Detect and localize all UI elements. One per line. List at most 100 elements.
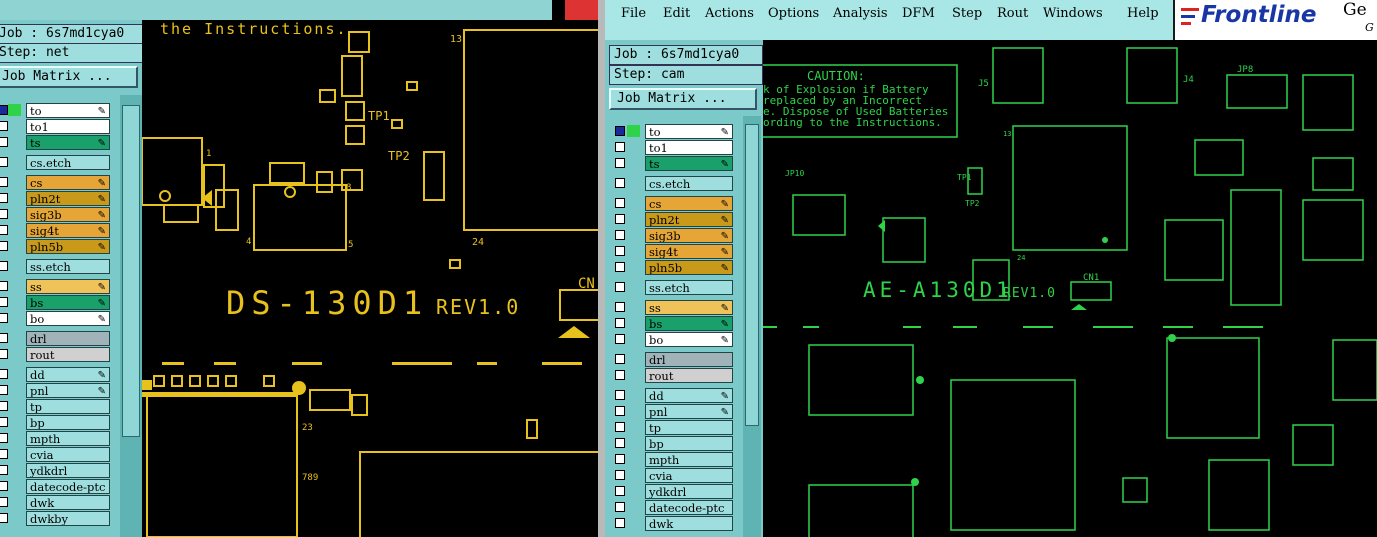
layer-name[interactable]: to ✎: [645, 124, 733, 139]
layer-checkbox[interactable]: [0, 157, 8, 167]
layer-checkbox[interactable]: [615, 334, 625, 344]
layer-checkbox[interactable]: [0, 137, 8, 147]
layer-checkbox[interactable]: [0, 497, 8, 507]
layer-checkbox[interactable]: [615, 406, 625, 416]
layer-name[interactable]: cvia: [645, 468, 733, 483]
layer-name[interactable]: ts ✎: [26, 135, 110, 150]
layer-checkbox[interactable]: [0, 333, 8, 343]
right-layer-row-sig4t[interactable]: sig4t ✎: [615, 244, 733, 259]
menu-step[interactable]: Step: [952, 6, 982, 21]
layer-name[interactable]: pln5b ✎: [645, 260, 733, 275]
left-job-matrix-button[interactable]: Job Matrix ...: [0, 66, 138, 88]
right-layer-row-cs-etch[interactable]: cs.etch: [615, 176, 733, 191]
left-layer-row-drl[interactable]: drl: [0, 331, 110, 346]
layer-name[interactable]: sig4t ✎: [645, 244, 733, 259]
layer-checkbox[interactable]: [0, 121, 8, 131]
left-layer-row-dwkby[interactable]: dwkby: [0, 511, 110, 526]
layer-name[interactable]: drl: [645, 352, 733, 367]
layer-checkbox[interactable]: [615, 318, 625, 328]
layer-checkbox[interactable]: [615, 354, 625, 364]
right-layer-row-drl[interactable]: drl: [615, 352, 733, 367]
layer-checkbox[interactable]: [0, 209, 8, 219]
left-layer-scrollbar[interactable]: [120, 95, 142, 537]
left-layer-row-dd[interactable]: dd ✎: [0, 367, 110, 382]
layer-checkbox[interactable]: [0, 225, 8, 235]
right-layer-row-rout[interactable]: rout: [615, 368, 733, 383]
layer-name[interactable]: mpth: [645, 452, 733, 467]
layer-checkbox[interactable]: [0, 193, 8, 203]
layer-name[interactable]: ss.etch: [645, 280, 733, 295]
right-layer-row-bp[interactable]: bp: [615, 436, 733, 451]
layer-name[interactable]: dd ✎: [26, 367, 110, 382]
left-layer-row-cs-etch[interactable]: cs.etch: [0, 155, 110, 170]
layer-checkbox[interactable]: [0, 261, 8, 271]
right-layer-row-ss[interactable]: ss ✎: [615, 300, 733, 315]
menu-analysis[interactable]: Analysis: [833, 6, 888, 21]
right-layer-row-ydkdrl[interactable]: ydkdrl: [615, 484, 733, 499]
layer-name[interactable]: bs ✎: [645, 316, 733, 331]
layer-name[interactable]: sig3b ✎: [645, 228, 733, 243]
left-layer-row-mpth[interactable]: mpth: [0, 431, 110, 446]
menu-dfm[interactable]: DFM: [902, 6, 935, 21]
left-layer-row-sig3b[interactable]: sig3b ✎: [0, 207, 110, 222]
layer-name[interactable]: pln2t ✎: [26, 191, 110, 206]
layer-checkbox[interactable]: [615, 470, 625, 480]
layer-checkbox[interactable]: [615, 198, 625, 208]
right-layer-row-pnl[interactable]: pnl ✎: [615, 404, 733, 419]
layer-name[interactable]: cs ✎: [645, 196, 733, 211]
layer-checkbox[interactable]: [0, 481, 8, 491]
left-layer-row-pnl[interactable]: pnl ✎: [0, 383, 110, 398]
layer-checkbox[interactable]: [615, 178, 625, 188]
layer-checkbox[interactable]: [615, 486, 625, 496]
layer-checkbox[interactable]: [0, 513, 8, 523]
layer-name[interactable]: bp: [645, 436, 733, 451]
left-layer-row-cs[interactable]: cs ✎: [0, 175, 110, 190]
layer-checkbox[interactable]: [615, 158, 625, 168]
right-layer-row-cvia[interactable]: cvia: [615, 468, 733, 483]
right-layer-row-mpth[interactable]: mpth: [615, 452, 733, 467]
layer-checkbox[interactable]: [0, 385, 8, 395]
right-layer-row-to[interactable]: to ✎: [615, 124, 733, 139]
layer-name[interactable]: cs.etch: [26, 155, 110, 170]
layer-name[interactable]: dwk: [26, 495, 110, 510]
layer-checkbox[interactable]: [0, 417, 8, 427]
layer-name[interactable]: drl: [26, 331, 110, 346]
left-layer-row-datecode-ptc[interactable]: datecode-ptc: [0, 479, 110, 494]
menu-windows[interactable]: Windows: [1043, 6, 1103, 21]
left-layer-row-bp[interactable]: bp: [0, 415, 110, 430]
right-layer-row-dwk[interactable]: dwk: [615, 516, 733, 531]
right-layer-row-sig3b[interactable]: sig3b ✎: [615, 228, 733, 243]
right-layer-row-bo[interactable]: bo ✎: [615, 332, 733, 347]
layer-name[interactable]: to ✎: [26, 103, 110, 118]
layer-checkbox[interactable]: [0, 349, 8, 359]
layer-name[interactable]: datecode-ptc: [645, 500, 733, 515]
layer-name[interactable]: ss.etch: [26, 259, 110, 274]
left-scroll-thumb[interactable]: [122, 105, 140, 437]
left-pcb-canvas[interactable]: the Instructions. DS-130D1 REV1.0 CN TP1…: [142, 20, 598, 537]
left-layer-row-tp[interactable]: tp: [0, 399, 110, 414]
layer-name[interactable]: ss ✎: [645, 300, 733, 315]
layer-name[interactable]: dd ✎: [645, 388, 733, 403]
layer-name[interactable]: ts ✎: [645, 156, 733, 171]
layer-name[interactable]: bo ✎: [26, 311, 110, 326]
right-layer-row-pln5b[interactable]: pln5b ✎: [615, 260, 733, 275]
right-layer-scrollbar[interactable]: [743, 116, 761, 537]
menu-edit[interactable]: Edit: [663, 6, 690, 21]
right-pcb-canvas[interactable]: CAUTION: k of Explosion if Battery repla…: [763, 40, 1377, 537]
layer-name[interactable]: rout: [26, 347, 110, 362]
layer-checkbox[interactable]: [0, 449, 8, 459]
layer-checkbox[interactable]: [0, 105, 8, 115]
layer-name[interactable]: cs ✎: [26, 175, 110, 190]
layer-checkbox[interactable]: [0, 369, 8, 379]
layer-name[interactable]: tp: [645, 420, 733, 435]
layer-checkbox[interactable]: [615, 142, 625, 152]
right-layer-row-tp[interactable]: tp: [615, 420, 733, 435]
layer-name[interactable]: cvia: [26, 447, 110, 462]
right-layer-row-dd[interactable]: dd ✎: [615, 388, 733, 403]
layer-name[interactable]: pln5b ✎: [26, 239, 110, 254]
layer-name[interactable]: rout: [645, 368, 733, 383]
layer-name[interactable]: ydkdrl: [645, 484, 733, 499]
layer-checkbox[interactable]: [615, 370, 625, 380]
left-layer-row-pln2t[interactable]: pln2t ✎: [0, 191, 110, 206]
layer-name[interactable]: ydkdrl: [26, 463, 110, 478]
